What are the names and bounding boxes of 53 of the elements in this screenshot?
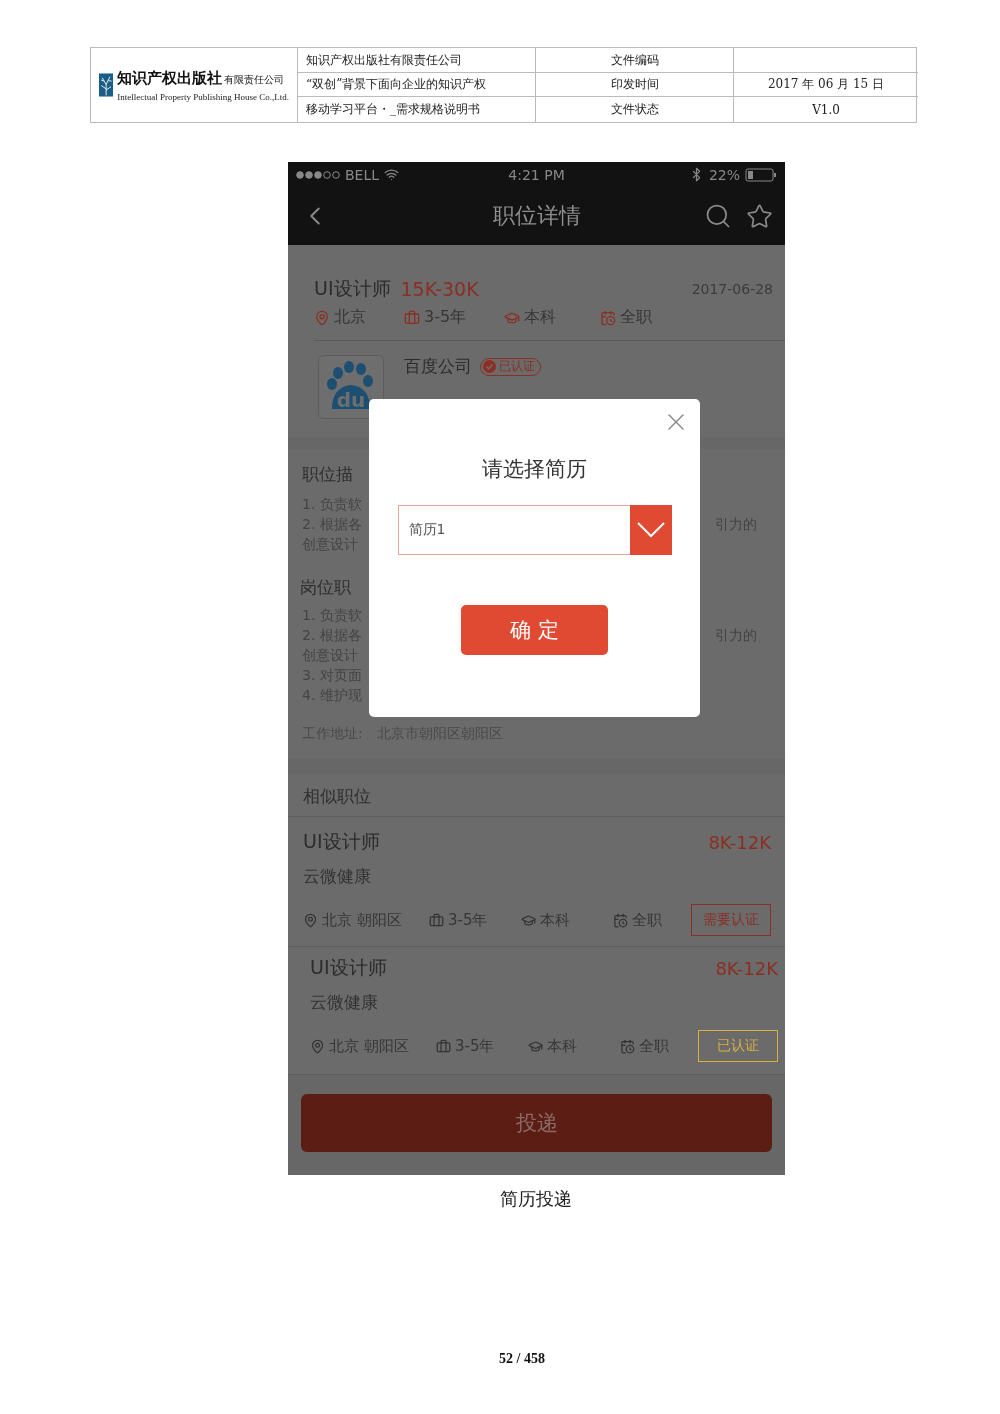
section-heading: 岗位职 xyxy=(300,576,351,599)
verification-badge: 已认证 xyxy=(698,1030,778,1062)
page-number: 52 / 458 xyxy=(498,1351,546,1367)
section-heading: 相似职位 xyxy=(303,785,371,808)
figure-caption: 简历投递 xyxy=(500,1187,573,1211)
verification-badge: 需要认证 xyxy=(691,904,771,936)
resume-select[interactable]: 简历1 xyxy=(397,505,672,555)
pin-icon xyxy=(314,309,330,326)
briefcase-icon xyxy=(429,912,444,928)
table-cell: 2017 年 06 月 15 日 xyxy=(734,73,918,97)
status-time: 4:21 PM xyxy=(508,166,565,183)
calendar-icon xyxy=(620,1038,635,1054)
battery-percent: 22% xyxy=(708,166,740,183)
table-cell: 文件编码 xyxy=(536,48,734,73)
graduation-cap-icon xyxy=(521,912,536,928)
confirm-button[interactable]: 确 定 xyxy=(461,605,608,655)
chevron-down-icon xyxy=(636,522,665,538)
calendar-icon xyxy=(613,912,628,928)
table-cell: 印发时间 xyxy=(536,73,734,97)
job-title: UI设计师 xyxy=(310,955,387,980)
graduation-cap-icon xyxy=(528,1038,543,1054)
briefcase-icon xyxy=(436,1038,451,1054)
carrier-name: BELL xyxy=(345,166,380,183)
company-name: 百度公司 xyxy=(404,355,472,378)
table-cell-text: V1.0 xyxy=(811,101,841,119)
salary: 15K-30K xyxy=(400,278,479,300)
salary: 8K-12K xyxy=(715,957,778,979)
publisher-english-name: Intellectual Property Publishing House Co.,Ltd. xyxy=(117,91,289,102)
apply-button[interactable]: 投递 xyxy=(301,1094,772,1152)
publisher-logo-text: 知识产权出版社有限责任公司 xyxy=(117,68,286,88)
company-name: 云微健康 xyxy=(310,991,379,1014)
table-cell: 知识产权出版社有限责任公司 xyxy=(298,48,536,73)
signal-icon xyxy=(296,170,340,179)
table-cell: 文件状态 xyxy=(536,97,734,122)
job-title: UI设计师 xyxy=(303,829,380,854)
battery-icon xyxy=(745,167,777,182)
pin-icon xyxy=(303,912,318,928)
dialog-title: 请选择简历 xyxy=(482,456,587,483)
table-cell: 移动学习平台・_需求规格说明书 xyxy=(298,97,536,122)
star-icon[interactable] xyxy=(746,202,773,230)
company-name: 云微健康 xyxy=(303,865,372,888)
dropdown-button[interactable] xyxy=(629,505,672,555)
pin-icon xyxy=(310,1038,325,1054)
page-title: 职位详情 xyxy=(492,202,582,230)
wifi-icon xyxy=(384,167,400,182)
job-title: UI设计师 xyxy=(314,276,391,301)
search-icon[interactable] xyxy=(704,202,732,230)
table-cell: “双创”背景下面向企业的知识产权 xyxy=(298,73,536,97)
calendar-icon xyxy=(600,309,616,326)
briefcase-icon xyxy=(404,309,420,326)
salary: 8K-12K xyxy=(708,831,771,853)
section-heading: 职位描 xyxy=(302,463,353,486)
paw-logo: du xyxy=(318,355,384,419)
